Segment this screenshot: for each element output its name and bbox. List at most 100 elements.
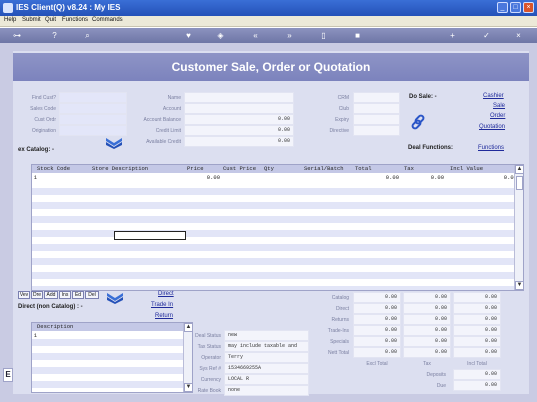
table-row[interactable] xyxy=(32,216,523,223)
table-row[interactable] xyxy=(32,230,523,237)
cancel-icon[interactable]: × xyxy=(513,30,524,41)
table-row[interactable]: 1 xyxy=(32,332,192,339)
expiry-field[interactable] xyxy=(353,114,400,125)
origination-field[interactable] xyxy=(59,125,127,136)
window-title: IES Client(Q) v8.24 : My IES xyxy=(16,3,121,12)
menu-submit[interactable]: Submit xyxy=(22,17,41,23)
account-balance-field: 0.00 xyxy=(184,114,294,125)
sales-code-field[interactable] xyxy=(59,103,127,114)
heart-icon[interactable]: ♥ xyxy=(183,30,194,41)
check-icon[interactable]: ✓ xyxy=(481,30,492,41)
col-tax[interactable]: Tax xyxy=(404,165,414,172)
col-description[interactable]: Description xyxy=(37,323,73,330)
name-field[interactable] xyxy=(184,92,294,103)
club-field[interactable] xyxy=(353,103,400,114)
col-qty[interactable]: Qty xyxy=(264,165,274,172)
tag-icon[interactable]: ◈ xyxy=(215,30,226,41)
row-number: 1 xyxy=(33,332,37,339)
cell-editor[interactable] xyxy=(114,231,186,240)
menu-help[interactable]: Help xyxy=(4,17,16,23)
trade-in-link[interactable]: Trade In xyxy=(151,302,173,308)
return-link[interactable]: Return xyxy=(155,313,173,319)
menu-functions[interactable]: Functions xyxy=(62,17,88,23)
table-row[interactable] xyxy=(32,181,523,188)
fast-forward-icon[interactable]: » xyxy=(284,30,295,41)
cashier-link[interactable]: Cashier xyxy=(483,93,504,99)
order-link[interactable]: Order xyxy=(490,113,505,119)
directive-field[interactable] xyxy=(353,125,400,136)
table-row[interactable] xyxy=(32,272,523,279)
search-icon[interactable]: ⌕ xyxy=(82,30,93,41)
col-stock-code[interactable]: Stock Code xyxy=(37,165,70,172)
returns-incl: 0.00 xyxy=(453,314,501,325)
col-incl-value[interactable]: Incl Value xyxy=(450,165,483,172)
tab-ins[interactable]: Ins xyxy=(59,291,71,299)
col-store-description[interactable]: Store Description xyxy=(92,165,148,172)
table-row[interactable] xyxy=(32,367,192,374)
col-price[interactable]: Price xyxy=(187,165,204,172)
link-chain-icon[interactable] xyxy=(409,113,427,131)
tab-add[interactable]: Add xyxy=(44,291,58,299)
scroll-up-arrow[interactable]: ▲ xyxy=(184,323,192,332)
account-label: Account xyxy=(162,106,181,112)
close-window-button[interactable]: × xyxy=(523,2,534,13)
direct-link[interactable]: Direct xyxy=(158,291,174,297)
col-serial-batch[interactable]: Serial/Batch xyxy=(304,165,344,172)
crm-field[interactable] xyxy=(353,92,400,103)
account-field[interactable] xyxy=(184,103,294,114)
col-cust-price[interactable]: Cust Price xyxy=(223,165,256,172)
maximize-button[interactable]: □ xyxy=(510,2,521,13)
table-row[interactable] xyxy=(32,374,192,381)
nett-excl: 0.00 xyxy=(353,347,401,358)
sale-link[interactable]: Sale xyxy=(493,103,505,109)
table-row[interactable]: 1 0.00 0.00 0.00 0.00 xyxy=(32,174,523,181)
table-row[interactable] xyxy=(32,339,192,346)
functions-link[interactable]: Functions xyxy=(478,145,504,151)
add-icon[interactable]: + xyxy=(447,30,458,41)
table-row[interactable] xyxy=(32,244,523,251)
tab-view[interactable]: Vev xyxy=(18,291,30,299)
key-icon[interactable]: ⊶ xyxy=(6,30,28,41)
tab-dre[interactable]: Dre xyxy=(31,291,43,299)
table-row[interactable] xyxy=(32,209,523,216)
help-icon[interactable]: ? xyxy=(49,30,60,41)
table-row[interactable] xyxy=(32,188,523,195)
form-page: Customer Sale, Order or Quotation Find C… xyxy=(13,51,529,396)
col-total[interactable]: Total xyxy=(355,165,372,172)
table-row[interactable] xyxy=(32,346,192,353)
scroll-down-arrow[interactable]: ▼ xyxy=(515,281,523,290)
table-row[interactable] xyxy=(32,237,523,244)
stop-icon[interactable]: ■ xyxy=(352,30,363,41)
quotation-link[interactable]: Quotation xyxy=(479,124,505,130)
chevron-down-icon[interactable] xyxy=(106,292,124,304)
table-row[interactable] xyxy=(32,353,192,360)
do-sale-label: Do Sale: - xyxy=(409,94,437,100)
specials-excl: 0.00 xyxy=(353,336,401,347)
table-row[interactable] xyxy=(32,195,523,202)
minimize-button[interactable]: _ xyxy=(497,2,508,13)
currency-label: Currency xyxy=(200,377,221,383)
chevron-down-icon[interactable] xyxy=(105,137,123,149)
table-row[interactable] xyxy=(32,258,523,265)
scroll-thumb[interactable] xyxy=(516,176,523,190)
menu-commands[interactable]: Commands xyxy=(92,17,123,23)
row-action-tabs: Vev Dre Add Ins Ed Del xyxy=(18,291,108,300)
table-row[interactable] xyxy=(32,381,192,388)
table-row[interactable] xyxy=(32,265,523,272)
table-row[interactable] xyxy=(32,279,523,286)
items-grid-header: Stock Code Store Description Price Cust … xyxy=(32,165,523,173)
items-grid-scrollbar[interactable]: ▲ ▼ xyxy=(514,165,523,290)
table-row[interactable] xyxy=(32,223,523,230)
document-icon[interactable]: ▯ xyxy=(318,30,329,41)
find-cust-field[interactable] xyxy=(59,92,127,103)
table-row[interactable] xyxy=(32,360,192,367)
scroll-up-arrow[interactable]: ▲ xyxy=(515,165,523,174)
table-row[interactable] xyxy=(32,202,523,209)
tab-del[interactable]: Del xyxy=(85,291,99,299)
table-row[interactable] xyxy=(32,251,523,258)
rewind-icon[interactable]: « xyxy=(250,30,261,41)
cust-ordr-field[interactable] xyxy=(59,114,127,125)
edge-panel-tab[interactable]: E xyxy=(3,368,13,382)
tab-ed[interactable]: Ed xyxy=(72,291,84,299)
menu-quit[interactable]: Quit xyxy=(45,17,56,23)
